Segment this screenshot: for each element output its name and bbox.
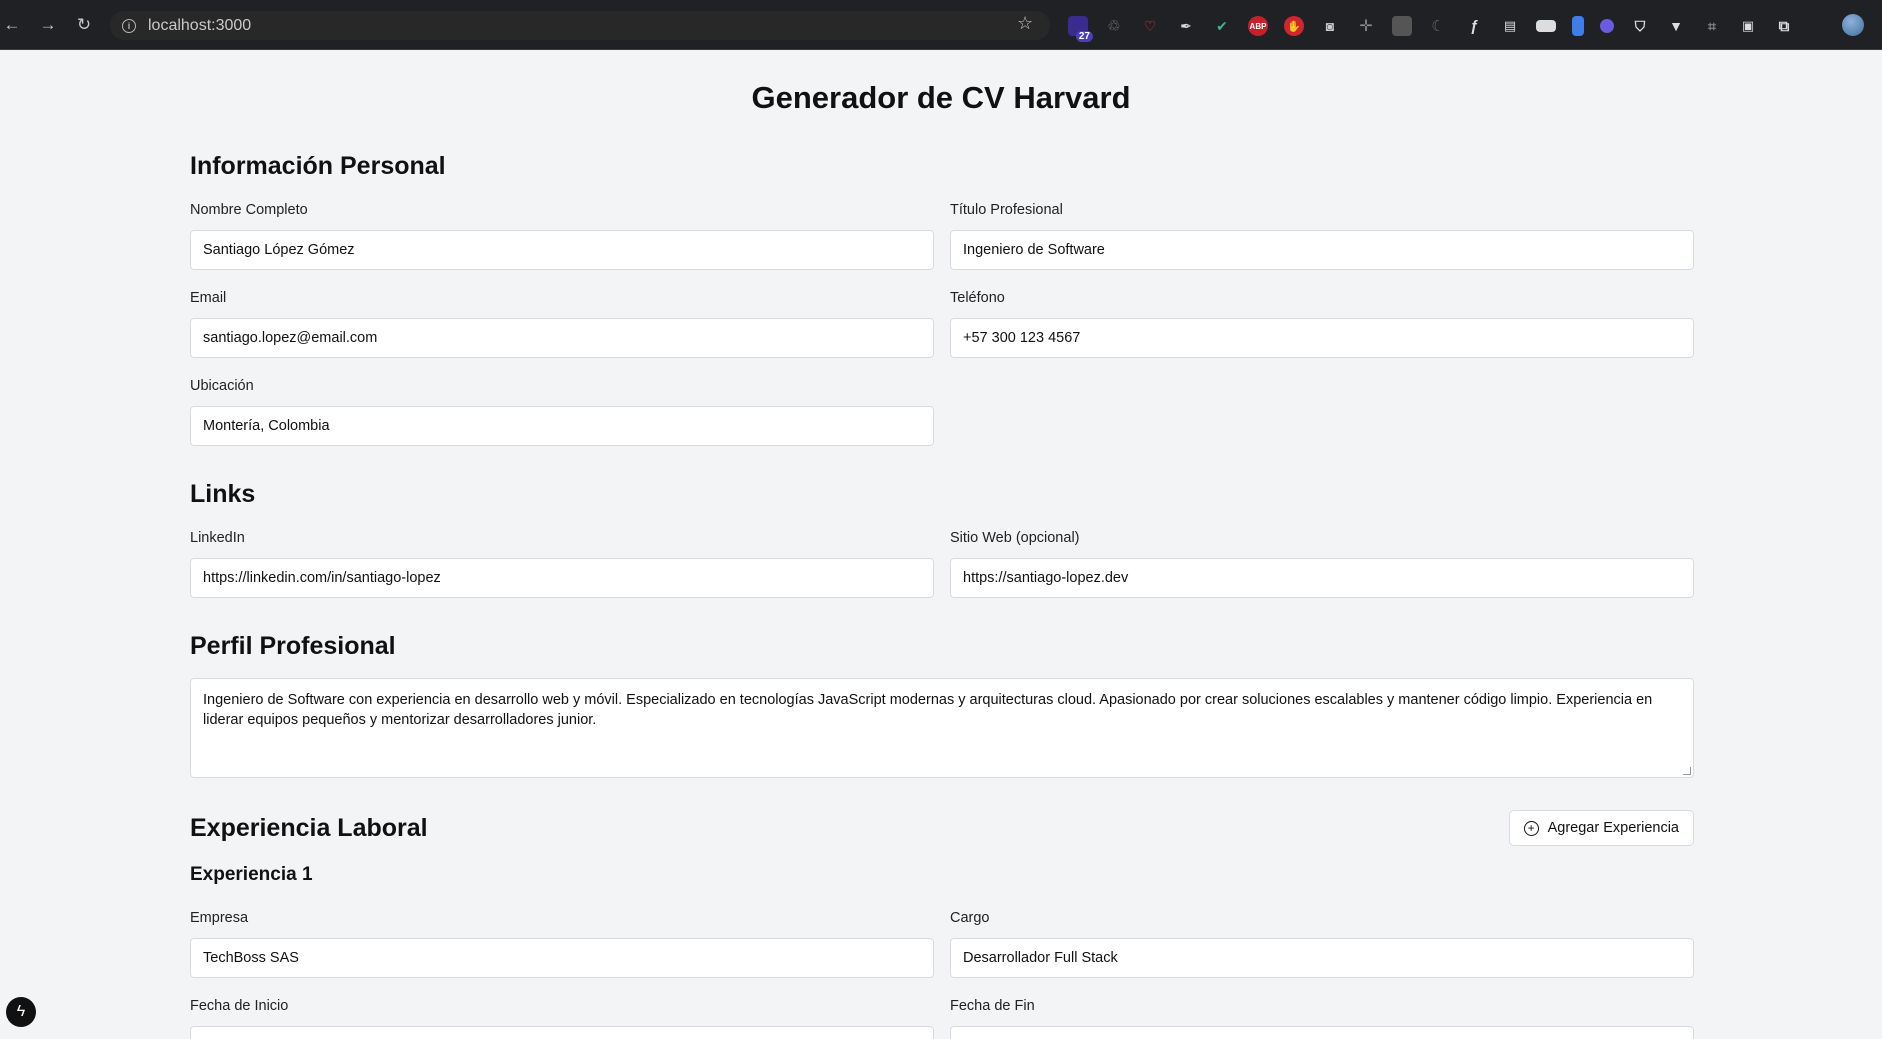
company-field-group: Empresa TechBoss SAS — [190, 910, 934, 978]
phone-label: Teléfono — [950, 290, 1005, 306]
extension-calendar-icon[interactable]: 27 — [1068, 16, 1093, 42]
name-field-group: Nombre Completo Santiago López Gómez — [190, 202, 934, 270]
professional-title-input[interactable]: Ingeniero de Software — [950, 230, 1694, 270]
experience-heading: Experiencia Laboral — [190, 814, 428, 842]
reload-icon[interactable]: ↻ — [72, 13, 96, 37]
extensions-puzzle-icon[interactable]: ⧉ — [1774, 16, 1794, 36]
extension-file-icon[interactable] — [1572, 16, 1584, 36]
address-bar-url: localhost:3000 — [148, 16, 252, 34]
extension-crop-icon[interactable]: ⌗ — [1702, 16, 1722, 36]
company-input[interactable]: TechBoss SAS — [190, 938, 934, 978]
extension-check-icon[interactable]: ✔ — [1212, 16, 1232, 36]
bookmark-star-icon[interactable]: ☆ — [1017, 13, 1033, 34]
website-label: Sitio Web (opcional) — [950, 530, 1080, 546]
extension-shield-icon[interactable]: ⛉ — [1630, 16, 1650, 36]
links-heading: Links — [190, 480, 256, 508]
linkedin-label: LinkedIn — [190, 530, 245, 546]
extension-fx-icon[interactable]: ƒ — [1464, 16, 1484, 36]
resize-handle-icon[interactable] — [1683, 767, 1691, 775]
add-experience-button[interactable]: + Agregar Experiencia — [1508, 810, 1694, 846]
email-input[interactable]: santiago.lopez@email.com — [190, 318, 934, 358]
extension-moon-icon[interactable]: ☾ — [1428, 16, 1448, 36]
linkedin-field-group: LinkedIn https://linkedin.com/in/santiag… — [190, 530, 934, 598]
extension-hand-icon[interactable]: ✋ — [1284, 16, 1304, 36]
extension-recycle-icon[interactable]: ♲ — [1104, 16, 1124, 36]
profile-heading: Perfil Profesional — [190, 632, 396, 660]
phone-field-group: Teléfono +57 300 123 4567 — [950, 290, 1694, 358]
extension-feather-icon[interactable]: ✒ — [1176, 16, 1196, 36]
role-field-group: Cargo Desarrollador Full Stack — [950, 910, 1694, 978]
location-input[interactable]: Montería, Colombia — [190, 406, 934, 446]
add-experience-label: Agregar Experiencia — [1547, 820, 1679, 836]
location-label: Ubicación — [190, 378, 254, 394]
website-field-group: Sitio Web (opcional) https://santiago-lo… — [950, 530, 1694, 598]
email-field-group: Email santiago.lopez@email.com — [190, 290, 934, 358]
start-date-field-group: Fecha de Inicio — [190, 998, 934, 1039]
extension-document-icon[interactable]: ▤ — [1500, 16, 1520, 36]
extension-camera-icon[interactable]: ◙ — [1320, 16, 1340, 36]
role-input[interactable]: Desarrollador Full Stack — [950, 938, 1694, 978]
extension-clipboard-icon[interactable]: ▣ — [1738, 16, 1758, 36]
site-info-icon[interactable]: i — [122, 18, 136, 33]
name-label: Nombre Completo — [190, 202, 308, 218]
location-field-group: Ubicación Montería, Colombia — [190, 378, 934, 446]
name-input[interactable]: Santiago López Gómez — [190, 230, 934, 270]
extension-badge: 27 — [1075, 31, 1093, 42]
start-date-label: Fecha de Inicio — [190, 998, 289, 1014]
extension-abp-icon[interactable]: ABP — [1248, 16, 1268, 36]
end-date-input[interactable] — [950, 1026, 1694, 1039]
personal-info-heading: Información Personal — [190, 152, 446, 180]
professional-title-label: Título Profesional — [950, 202, 1063, 218]
profile-avatar[interactable] — [1842, 14, 1864, 36]
title-field-group: Título Profesional Ingeniero de Software — [950, 202, 1694, 270]
website-input[interactable]: https://santiago-lopez.dev — [950, 558, 1694, 598]
role-label: Cargo — [950, 910, 990, 926]
company-label: Empresa — [190, 910, 249, 926]
extension-pocket-icon[interactable]: ♡ — [1140, 16, 1160, 36]
extensions-bar: 27 ♲ ♡ ✒ ✔ ABP ✋ ◙ ✛ ☾ ƒ ▤ ⛉ ▼ ⌗ ▣ ⧉ — [1068, 13, 1810, 42]
profile-textarea[interactable]: Ingeniero de Software con experiencia en… — [190, 678, 1694, 778]
extension-v-icon[interactable]: ▼ — [1666, 16, 1686, 36]
profile-text: Ingeniero de Software con experiencia en… — [203, 692, 1653, 728]
extension-mail-icon[interactable] — [1536, 20, 1556, 32]
forward-arrow-icon[interactable]: → — [36, 13, 60, 37]
extension-image-icon[interactable] — [1392, 16, 1412, 36]
email-label: Email — [190, 290, 227, 306]
plus-circle-icon: + — [1523, 820, 1539, 836]
address-bar[interactable]: i localhost:3000 — [110, 11, 1050, 40]
end-date-label: Fecha de Fin — [950, 998, 1035, 1014]
page-title: Generador de CV Harvard — [751, 80, 1131, 115]
phone-input[interactable]: +57 300 123 4567 — [950, 318, 1694, 358]
experience-item-title: Experiencia 1 — [190, 864, 313, 885]
browser-toolbar: ← → ↻ i localhost:3000 ☆ 27 ♲ ♡ ✒ ✔ ABP … — [0, 0, 1882, 50]
start-date-input[interactable] — [190, 1026, 934, 1039]
linkedin-input[interactable]: https://linkedin.com/in/santiago-lopez — [190, 558, 934, 598]
extension-move-icon[interactable]: ✛ — [1356, 16, 1376, 36]
extension-circle-icon[interactable] — [1600, 19, 1614, 33]
back-arrow-icon[interactable]: ← — [0, 13, 24, 37]
end-date-field-group: Fecha de Fin — [950, 998, 1694, 1039]
lightning-icon[interactable]: ϟ — [6, 997, 36, 1027]
